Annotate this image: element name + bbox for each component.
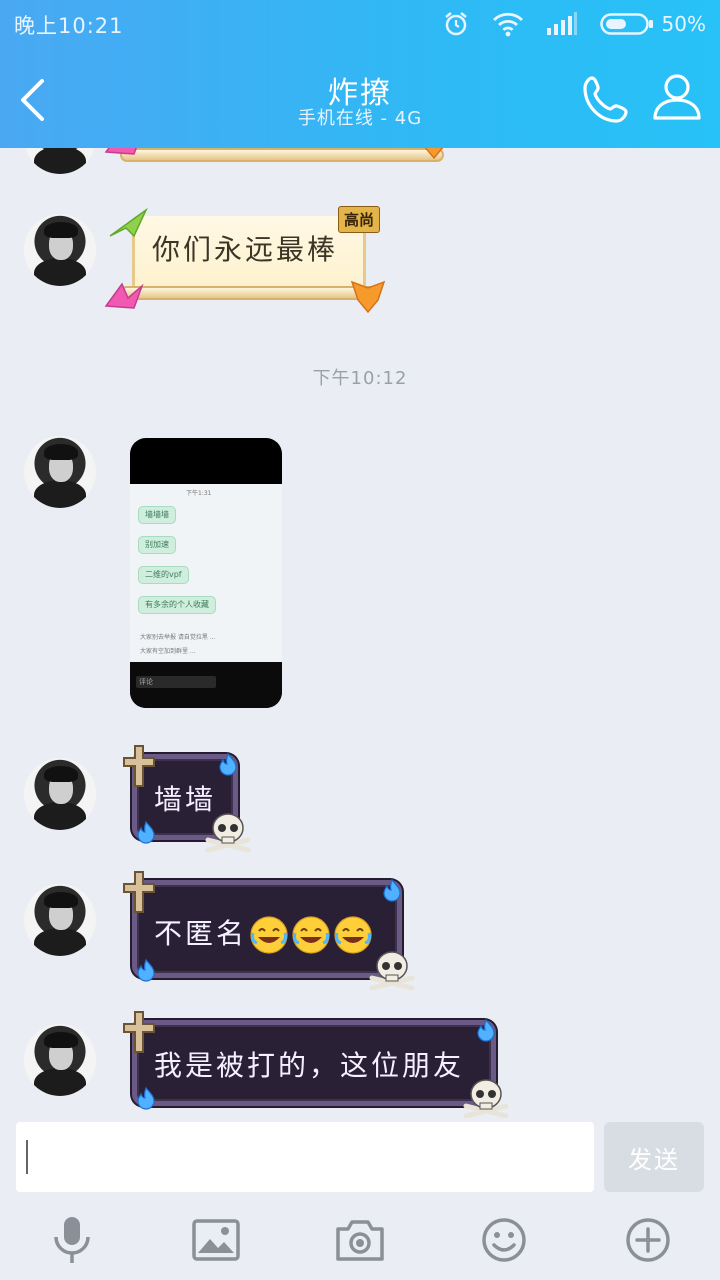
wifi-icon (492, 11, 524, 37)
chat-header: 晚上10:21 50% 炸撩 手机在线 - 4G (0, 0, 720, 148)
scroll-bubble-partial[interactable] (104, 148, 454, 188)
composer: 发送 (0, 1118, 720, 1200)
message-text: 你们永远最棒 (152, 233, 339, 266)
gothic-bubble[interactable]: 墙墙 (122, 744, 252, 854)
call-button[interactable] (578, 72, 634, 128)
avatar[interactable] (24, 758, 96, 830)
camera-icon (336, 1220, 384, 1261)
preview-chip: 别加速 (138, 536, 176, 554)
more-button[interactable] (622, 1214, 674, 1266)
skull-icon (205, 813, 251, 853)
profile-button[interactable] (650, 70, 704, 126)
skull-icon (463, 1079, 509, 1118)
avatar[interactable] (24, 148, 96, 174)
image-preview: 下午1:31 墙墙墙 别加速 二维的vpf 有多余的个人收藏 大家别去举报 请自… (130, 484, 282, 662)
cross-icon (123, 745, 155, 787)
gothic-bubble[interactable]: 不匿名 (122, 870, 416, 992)
time-divider: 下午10:12 (312, 368, 408, 389)
text-caret (26, 1140, 28, 1174)
preview-input: 评论 (136, 676, 216, 688)
emoji-button[interactable] (478, 1214, 530, 1266)
user-icon (653, 74, 701, 120)
preview-chip: 墙墙墙 (138, 506, 176, 524)
avatar[interactable] (24, 884, 96, 956)
preview-chip: 二维的vpf (138, 566, 189, 584)
image-message[interactable]: 下午1:31 墙墙墙 别加速 二维的vpf 有多余的个人收藏 大家别去举报 请自… (130, 438, 282, 708)
skull-icon (369, 951, 415, 991)
scroll-bubble[interactable]: 你们永远最棒 高尚 (104, 206, 388, 316)
battery-icon (599, 12, 654, 36)
paper-crane-icon (104, 148, 137, 155)
avatar[interactable] (24, 1024, 96, 1096)
battery-percent: 50% (661, 12, 706, 36)
status-time: 晚上10:21 (14, 14, 124, 38)
phone-icon (583, 76, 628, 123)
message-list[interactable]: 你们永远最棒 高尚 下午10:12 下午1:31 墙墙墙 别加速 二维的vpf … (0, 148, 720, 1118)
voice-button[interactable] (46, 1214, 98, 1266)
camera-button[interactable] (334, 1214, 386, 1266)
signal-icon (546, 12, 578, 36)
status-bar: 晚上10:21 50% (0, 0, 720, 48)
blue-flame-icon (219, 752, 237, 776)
cross-icon (123, 871, 155, 913)
autumn-leaf-icon (350, 280, 386, 314)
title-badge: 高尚 (337, 206, 380, 233)
preview-line: 大家有空加到群里 ... (140, 648, 196, 655)
blue-flame-icon (383, 878, 401, 902)
gallery-button[interactable] (190, 1214, 242, 1266)
status-icons: 50% (442, 8, 706, 40)
blue-flame-icon (137, 958, 155, 982)
avatar[interactable] (24, 436, 96, 508)
message-text: 不匿名 (154, 917, 248, 950)
microphone-icon (54, 1217, 90, 1263)
composer-toolbar (0, 1200, 720, 1280)
cross-icon (123, 1011, 155, 1053)
send-button[interactable]: 发送 (604, 1122, 704, 1192)
laughing-emoji-icon (250, 916, 288, 954)
paper-crane-icon (104, 282, 144, 309)
message-input[interactable] (16, 1122, 594, 1192)
paper-plane-icon (109, 207, 148, 238)
gothic-bubble[interactable]: 我是被打的，这位朋友 (122, 1010, 510, 1118)
laughing-emoji-icon (292, 916, 330, 954)
blue-flame-icon (137, 1086, 155, 1110)
emoji-icon (482, 1218, 526, 1262)
avatar[interactable] (24, 214, 96, 286)
blue-flame-icon (137, 820, 155, 844)
blue-flame-icon (477, 1018, 495, 1042)
plus-icon (626, 1218, 670, 1262)
image-icon (192, 1219, 240, 1261)
message-text: 我是被打的，这位朋友 (154, 1049, 465, 1082)
preview-chip: 有多余的个人收藏 (138, 596, 216, 614)
autumn-leaf-icon (424, 148, 444, 160)
preview-line: 大家别去举报 请自觉拉黑 ... (140, 634, 216, 641)
alarm-icon (442, 10, 470, 38)
